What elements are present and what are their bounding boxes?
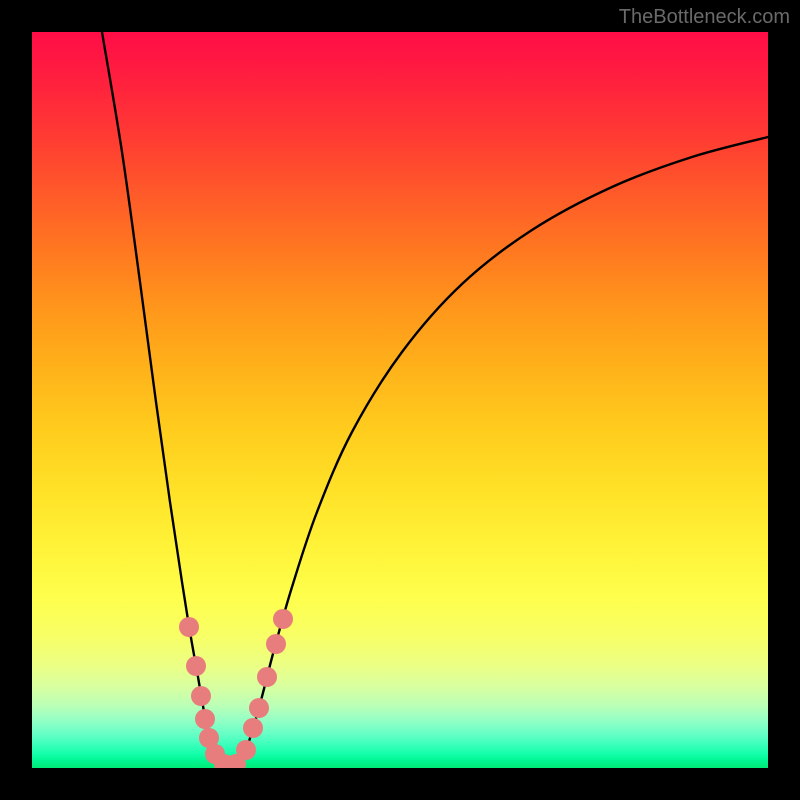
marker-dot <box>179 617 199 637</box>
plot-area <box>32 32 768 768</box>
markers-group <box>179 609 293 768</box>
marker-dot <box>186 656 206 676</box>
marker-dot <box>191 686 211 706</box>
marker-dot <box>266 634 286 654</box>
marker-dot <box>243 718 263 738</box>
right-branch-curve <box>237 137 768 765</box>
marker-dot <box>273 609 293 629</box>
outer-frame: TheBottleneck.com <box>0 0 800 800</box>
left-branch-curve <box>102 32 222 765</box>
marker-dot <box>236 740 256 760</box>
marker-dot <box>257 667 277 687</box>
marker-dot <box>249 698 269 718</box>
attribution-text: TheBottleneck.com <box>619 6 790 29</box>
curves-svg <box>32 32 768 768</box>
marker-dot <box>195 709 215 729</box>
